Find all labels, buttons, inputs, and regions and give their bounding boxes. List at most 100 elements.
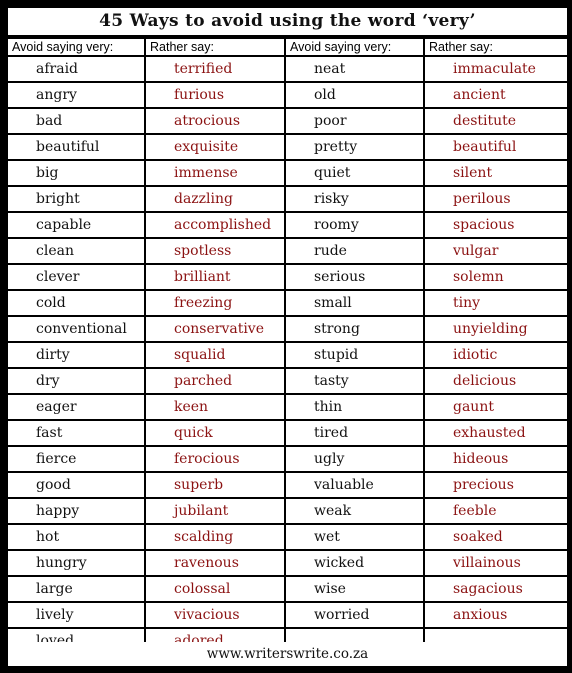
avoid-word: hot xyxy=(8,525,144,549)
replacement-word: immense xyxy=(144,161,284,185)
table-body: afraid terrified neat immaculate angry furiou… xyxy=(8,57,567,653)
avoid-word: small xyxy=(284,291,423,315)
avoid-word: tasty xyxy=(284,369,423,393)
replacement-word: conservative xyxy=(144,317,284,341)
replacement-word: scalding xyxy=(144,525,284,549)
avoid-word: good xyxy=(8,473,144,497)
avoid-word: capable xyxy=(8,213,144,237)
replacement-word: villainous xyxy=(423,551,567,575)
table-row: hot scalding wet soaked xyxy=(8,525,567,549)
avoid-word: tired xyxy=(284,421,423,445)
avoid-word: big xyxy=(8,161,144,185)
replacement-word: terrified xyxy=(144,57,284,81)
avoid-word: rude xyxy=(284,239,423,263)
replacement-word: accomplished xyxy=(144,213,284,237)
table-row: dirty squalid stupid idiotic xyxy=(8,343,567,367)
replacement-word: ancient xyxy=(423,83,567,107)
replacement-word: destitute xyxy=(423,109,567,133)
table-row: big immense quiet silent xyxy=(8,161,567,185)
table-row: good superb valuable precious xyxy=(8,473,567,497)
replacement-word: brilliant xyxy=(144,265,284,289)
avoid-word: serious xyxy=(284,265,423,289)
table-row: fast quick tired exhausted xyxy=(8,421,567,445)
replacement-word: furious xyxy=(144,83,284,107)
avoid-word: large xyxy=(8,577,144,601)
avoid-word: weak xyxy=(284,499,423,523)
avoid-word: happy xyxy=(8,499,144,523)
avoid-word: hungry xyxy=(8,551,144,575)
replacement-word: ferocious xyxy=(144,447,284,471)
header-rather-1: Rather say: xyxy=(144,39,284,55)
avoid-word: poor xyxy=(284,109,423,133)
replacement-word: soaked xyxy=(423,525,567,549)
avoid-word: fast xyxy=(8,421,144,445)
replacement-word: squalid xyxy=(144,343,284,367)
table-row: angry furious old ancient xyxy=(8,83,567,107)
table-row: fierce ferocious ugly hideous xyxy=(8,447,567,471)
replacement-word: colossal xyxy=(144,577,284,601)
avoid-word: eager xyxy=(8,395,144,419)
replacement-word: unyielding xyxy=(423,317,567,341)
avoid-word: dirty xyxy=(8,343,144,367)
replacement-word: hideous xyxy=(423,447,567,471)
replacement-word: immaculate xyxy=(423,57,567,81)
table-row: dry parched tasty delicious xyxy=(8,369,567,393)
replacement-word: tiny xyxy=(423,291,567,315)
table-row: clean spotless rude vulgar xyxy=(8,239,567,263)
avoid-word: dry xyxy=(8,369,144,393)
replacement-word: spacious xyxy=(423,213,567,237)
replacement-word: superb xyxy=(144,473,284,497)
avoid-word: clever xyxy=(8,265,144,289)
avoid-word: bright xyxy=(8,187,144,211)
replacement-word: dazzling xyxy=(144,187,284,211)
replacement-word: solemn xyxy=(423,265,567,289)
replacement-word: perilous xyxy=(423,187,567,211)
replacement-word: jubilant xyxy=(144,499,284,523)
avoid-word: pretty xyxy=(284,135,423,159)
header-avoid-2: Avoid saying very: xyxy=(284,39,423,55)
table-row: large colossal wise sagacious xyxy=(8,577,567,601)
avoid-word: afraid xyxy=(8,57,144,81)
replacement-word: delicious xyxy=(423,369,567,393)
table-row: bad atrocious poor destitute xyxy=(8,109,567,133)
table-row: beautiful exquisite pretty beautiful xyxy=(8,135,567,159)
table-row: lively vivacious worried anxious xyxy=(8,603,567,627)
replacement-word: keen xyxy=(144,395,284,419)
header-rather-2: Rather say: xyxy=(423,39,567,55)
word-table: Avoid saying very: Rather say: Avoid say… xyxy=(8,37,567,655)
replacement-word: feeble xyxy=(423,499,567,523)
avoid-word: ugly xyxy=(284,447,423,471)
table-row: hungry ravenous wicked villainous xyxy=(8,551,567,575)
avoid-word: clean xyxy=(8,239,144,263)
replacement-word: silent xyxy=(423,161,567,185)
avoid-word: bad xyxy=(8,109,144,133)
header-avoid-1: Avoid saying very: xyxy=(8,39,144,55)
avoid-word: wise xyxy=(284,577,423,601)
replacement-word: idiotic xyxy=(423,343,567,367)
avoid-word: valuable xyxy=(284,473,423,497)
avoid-word: wet xyxy=(284,525,423,549)
chart-title: 45 Ways to avoid using the word ‘very’ xyxy=(8,8,567,35)
table-row: capable accomplished roomy spacious xyxy=(8,213,567,237)
table-row: eager keen thin gaunt xyxy=(8,395,567,419)
replacement-word: vulgar xyxy=(423,239,567,263)
header-row: Avoid saying very: Rather say: Avoid say… xyxy=(8,39,567,55)
table-row: afraid terrified neat immaculate xyxy=(8,57,567,81)
replacement-word: precious xyxy=(423,473,567,497)
replacement-word: sagacious xyxy=(423,577,567,601)
replacement-word: exhausted xyxy=(423,421,567,445)
avoid-word: strong xyxy=(284,317,423,341)
avoid-word: worried xyxy=(284,603,423,627)
word-chart: 45 Ways to avoid using the word ‘very’ A… xyxy=(8,8,567,668)
avoid-word: angry xyxy=(8,83,144,107)
avoid-word: lively xyxy=(8,603,144,627)
avoid-word: roomy xyxy=(284,213,423,237)
avoid-word: wicked xyxy=(284,551,423,575)
replacement-word: ravenous xyxy=(144,551,284,575)
replacement-word: anxious xyxy=(423,603,567,627)
avoid-word: quiet xyxy=(284,161,423,185)
replacement-word: beautiful xyxy=(423,135,567,159)
avoid-word: cold xyxy=(8,291,144,315)
table-row: clever brilliant serious solemn xyxy=(8,265,567,289)
table-row: happy jubilant weak feeble xyxy=(8,499,567,523)
